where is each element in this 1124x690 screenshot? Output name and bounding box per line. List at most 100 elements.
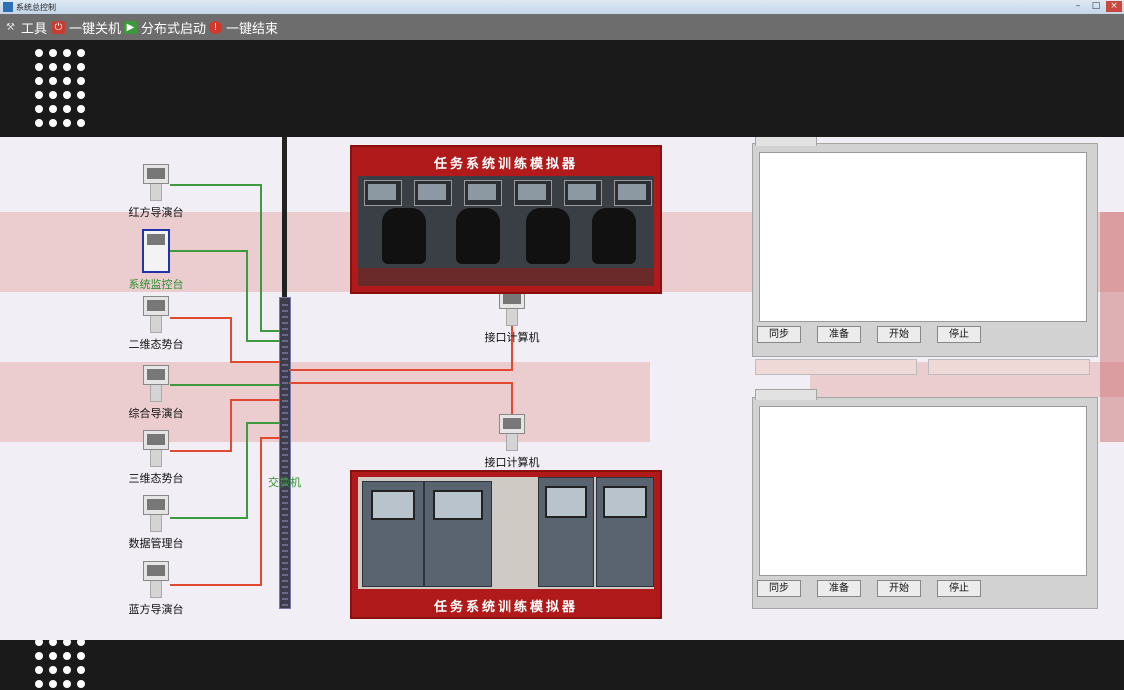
computer-icon [143, 164, 169, 184]
gateway-computer-1[interactable]: 接口计算机 [467, 289, 557, 345]
decor-dot [77, 63, 85, 71]
topology-stage: 交换机 红方导演台 系统监控台 二维态势台 综合导演台 三维态势台 数据管理台 … [0, 137, 1124, 640]
tools-menu[interactable]: ⚒ 工具 [4, 18, 48, 37]
decor-dot [35, 119, 43, 127]
station-label: 三维态势台 [128, 472, 184, 485]
decor-dot [49, 666, 57, 674]
decor-dot [63, 77, 71, 85]
app-icon [3, 2, 13, 12]
computer-icon [143, 561, 169, 581]
station-3d-situation[interactable]: 三维态势台 [111, 430, 201, 486]
station-label: 数据管理台 [128, 537, 184, 550]
stop-all-icon: ! [209, 20, 222, 34]
decor-dot [35, 49, 43, 57]
decor-dot [35, 77, 43, 85]
decor-dot [35, 63, 43, 71]
log-area-2[interactable] [759, 406, 1087, 576]
decor-dot [77, 666, 85, 674]
control-panel-2: 同步 准备 开始 停止 [752, 389, 1098, 609]
decor-dot [49, 77, 57, 85]
close-icon[interactable]: × [1106, 1, 1122, 12]
station-system-monitor[interactable]: 系统监控台 [111, 229, 201, 292]
maximize-icon[interactable]: □ [1088, 1, 1104, 12]
stop-button[interactable]: 停止 [937, 580, 981, 597]
log-area-1[interactable] [759, 152, 1087, 322]
stop-button[interactable]: 停止 [937, 326, 981, 343]
control-panel-1: 同步 准备 开始 停止 [752, 137, 1098, 357]
shutdown-all-label: 一键关机 [69, 21, 122, 37]
simulator-caption: 任务系统训练模拟器 [433, 600, 578, 615]
gateway-label: 接口计算机 [484, 456, 540, 469]
station-label: 系统监控台 [128, 278, 184, 291]
decor-dot [77, 77, 85, 85]
shutdown-all-button[interactable]: ⏻ 一键关机 [52, 18, 122, 37]
decor-dot [63, 666, 71, 674]
computer-icon [499, 414, 525, 434]
decor-dot [77, 652, 85, 660]
decor-dot [49, 680, 57, 688]
station-data-management[interactable]: 数据管理台 [111, 495, 201, 551]
sync-button[interactable]: 同步 [757, 326, 801, 343]
title-bar: 系统总控制 – □ × [0, 0, 1124, 14]
tools-label: 工具 [21, 21, 48, 37]
footer-band [0, 640, 1124, 690]
decor-dot [49, 652, 57, 660]
simulator-image [358, 176, 654, 286]
decor-dot [77, 680, 85, 688]
decor-dot [63, 105, 71, 113]
decor-dot [63, 119, 71, 127]
distributed-start-button[interactable]: ▶ 分布式启动 [124, 18, 207, 37]
start-button[interactable]: 开始 [877, 326, 921, 343]
stop-all-label: 一键结束 [226, 21, 279, 37]
decor-dot [63, 680, 71, 688]
start-button[interactable]: 开始 [877, 580, 921, 597]
decor-dot [35, 666, 43, 674]
gateway-computer-2[interactable]: 接口计算机 [467, 414, 557, 470]
decor-dot [49, 63, 57, 71]
decor-dot [35, 652, 43, 660]
decor-dot [35, 105, 43, 113]
window-title: 系统总控制 [16, 3, 56, 12]
simulator-image [358, 477, 654, 589]
computer-icon [142, 229, 170, 273]
computer-icon [143, 495, 169, 515]
header-band [0, 40, 1124, 137]
station-label: 综合导演台 [128, 407, 184, 420]
decor-dot [77, 119, 85, 127]
decor-dot [77, 105, 85, 113]
gateway-label: 接口计算机 [484, 331, 540, 344]
decor-dot [63, 63, 71, 71]
sync-button[interactable]: 同步 [757, 580, 801, 597]
status-strip-1 [755, 359, 917, 375]
station-red-director[interactable]: 红方导演台 [111, 164, 201, 220]
station-label: 二维态势台 [128, 338, 184, 351]
decor-dot [63, 49, 71, 57]
minimize-icon[interactable]: – [1070, 1, 1086, 12]
simulator-photo-2[interactable]: 任务系统训练模拟器 [350, 470, 662, 619]
decor-dot [77, 91, 85, 99]
status-strip-2 [928, 359, 1090, 375]
station-blue-director[interactable]: 蓝方导演台 [111, 561, 201, 617]
station-general-director[interactable]: 综合导演台 [111, 365, 201, 421]
station-label: 红方导演台 [128, 206, 184, 219]
prepare-button[interactable]: 准备 [817, 326, 861, 343]
switch-label: 交换机 [268, 476, 301, 489]
tools-icon: ⚒ [6, 21, 15, 33]
highlight-band [1100, 212, 1124, 442]
computer-icon [143, 365, 169, 385]
distributed-start-label: 分布式启动 [141, 21, 207, 37]
decor-dot [77, 49, 85, 57]
stop-all-button[interactable]: ! 一键结束 [209, 18, 279, 37]
decor-dot [63, 91, 71, 99]
decor-dot [49, 91, 57, 99]
decor-dot [49, 119, 57, 127]
network-switch[interactable] [279, 297, 291, 609]
station-2d-situation[interactable]: 二维态势台 [111, 296, 201, 352]
prepare-button[interactable]: 准备 [817, 580, 861, 597]
decor-dot [35, 680, 43, 688]
decor-dot [49, 105, 57, 113]
computer-icon [143, 296, 169, 316]
simulator-caption: 任务系统训练模拟器 [433, 157, 578, 172]
simulator-photo-1[interactable]: 任务系统训练模拟器 [350, 145, 662, 294]
station-label: 蓝方导演台 [128, 603, 184, 616]
